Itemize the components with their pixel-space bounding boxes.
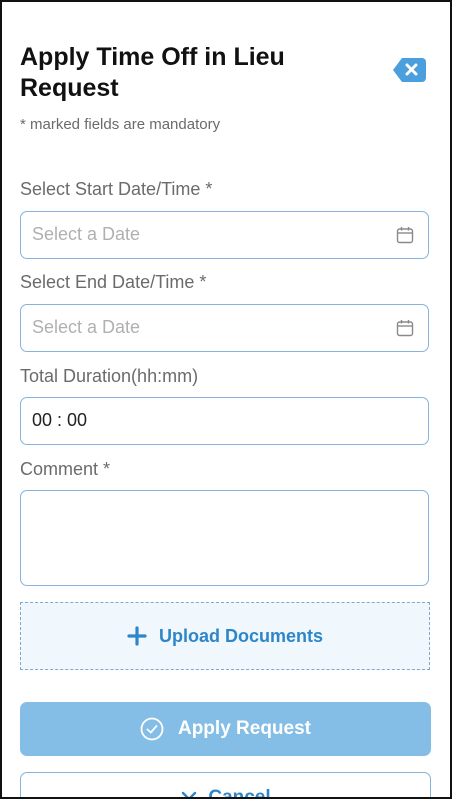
plus-icon — [127, 626, 147, 646]
start-date-field[interactable]: Select a Date — [20, 211, 429, 259]
page-title: Apply Time Off in Lieu Request — [20, 43, 285, 102]
comment-textarea[interactable] — [20, 490, 429, 586]
apply-request-label: Apply Request — [177, 718, 312, 739]
close-icon — [182, 791, 197, 797]
mandatory-note: * marked fields are mandatory — [20, 116, 221, 133]
start-date-placeholder: Select a Date — [32, 224, 141, 244]
dialog-header: Apply Time Off in Lieu Request * marked … — [20, 42, 380, 133]
close-dialog-button[interactable] — [392, 55, 428, 85]
check-circle-icon — [140, 717, 164, 741]
duration-field[interactable]: 00 : 00 — [20, 397, 429, 445]
apply-request-button[interactable]: Apply Request — [20, 702, 431, 756]
apply-toil-dialog: Apply Time Off in Lieu Request * marked … — [0, 0, 452, 799]
end-date-placeholder: Select a Date — [32, 317, 141, 337]
upload-documents-label: Upload Documents — [158, 625, 323, 646]
cancel-button[interactable]: Cancel — [20, 772, 431, 799]
end-date-field[interactable]: Select a Date — [20, 304, 429, 352]
end-date-label: Select End Date/Time * — [20, 272, 207, 292]
calendar-icon[interactable] — [396, 319, 414, 337]
cancel-label: Cancel — [208, 787, 271, 799]
start-date-label: Select Start Date/Time * — [20, 179, 213, 199]
upload-documents-button[interactable]: Upload Documents — [20, 602, 430, 670]
comment-label: Comment * — [20, 459, 111, 479]
calendar-icon[interactable] — [396, 226, 414, 244]
backspace-close-icon — [393, 58, 426, 82]
duration-label: Total Duration(hh:mm) — [20, 366, 199, 386]
duration-value: 00 : 00 — [32, 410, 88, 430]
